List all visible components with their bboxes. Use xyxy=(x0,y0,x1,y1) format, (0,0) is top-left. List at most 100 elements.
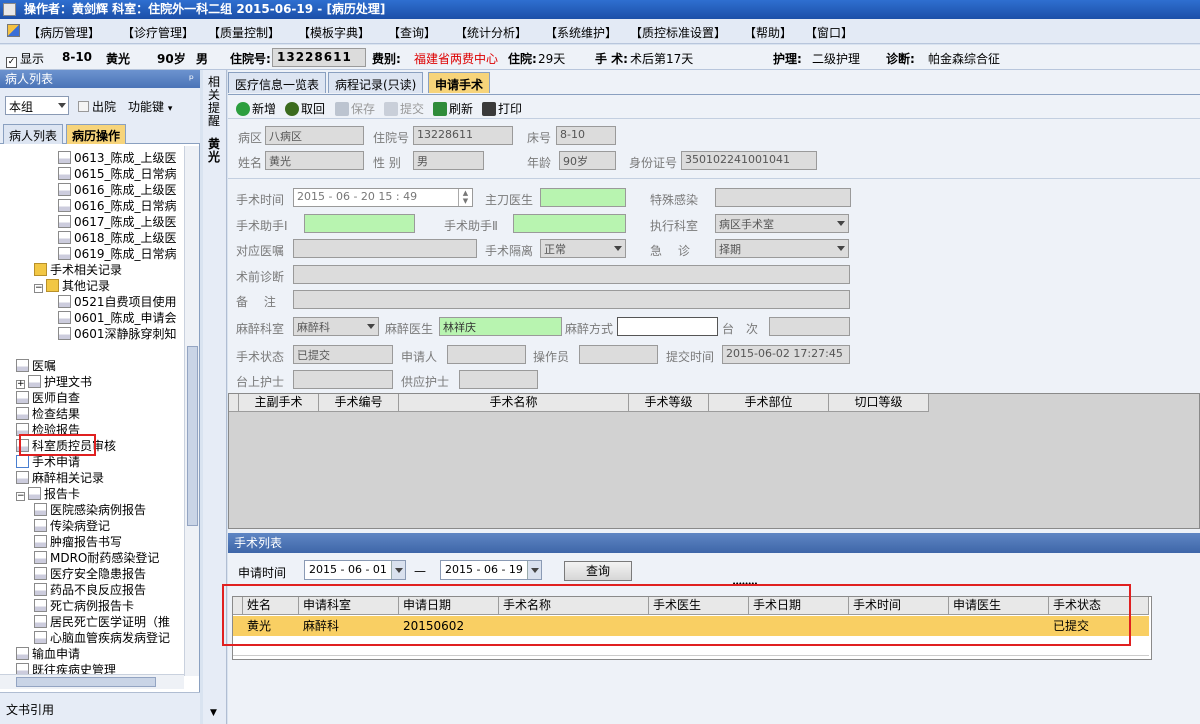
emergency-select[interactable]: 择期 xyxy=(715,239,849,258)
tree-item[interactable]: 医疗安全隐患报告 xyxy=(34,566,146,582)
retrieve-button[interactable]: 取回 xyxy=(285,100,325,117)
grid-header[interactable]: 手术等级 xyxy=(629,394,709,412)
tree-item[interactable]: 麻醉相关记录 xyxy=(16,470,104,486)
refresh-button[interactable]: 刷新 xyxy=(433,100,473,117)
tree-item-label: 心脑血管疾病发病登记 xyxy=(50,631,171,645)
tree-item[interactable]: 0619_陈成_日常病 xyxy=(58,246,177,262)
tree-item[interactable]: 手术相关记录 xyxy=(34,262,122,278)
anes-method-field[interactable] xyxy=(617,317,718,336)
tree-item[interactable]: 医嘱 xyxy=(16,358,56,374)
menu-medical-records[interactable]: 【病历管理】 xyxy=(28,24,100,41)
print-button[interactable]: 打印 xyxy=(482,100,522,117)
tree-item[interactable]: 0615_陈成_日常病 xyxy=(58,166,177,182)
order-field[interactable] xyxy=(293,239,477,258)
tree-item[interactable]: MDRO耐药感染登记 xyxy=(34,550,159,566)
spinner-icon[interactable]: ▲ ▼ xyxy=(458,189,472,206)
display-checkbox[interactable]: ✓ 显示 xyxy=(6,50,44,68)
tree-item[interactable]: 0521自费项目使用 xyxy=(58,294,177,310)
tree-item[interactable]: 居民死亡医学证明（推 xyxy=(34,614,170,630)
menu-qc-standard[interactable]: 【质控标准设置】 xyxy=(630,24,726,41)
pin-icon[interactable]: ᵖ xyxy=(189,70,194,88)
menu-diagnosis[interactable]: 【诊疗管理】 xyxy=(122,24,194,41)
tree-item[interactable]: 死亡病例报告卡 xyxy=(34,598,134,614)
save-button[interactable]: 保存 xyxy=(335,100,375,117)
new-button[interactable]: 新增 xyxy=(236,100,276,117)
surgery-value: 术后第17天 xyxy=(630,52,694,66)
tree-item[interactable]: 0617_陈成_上级医 xyxy=(58,214,177,230)
tab-surgery-application[interactable]: 申请手术 xyxy=(428,72,491,93)
group-select[interactable]: 本组 xyxy=(5,96,69,115)
tree-item[interactable]: 医师自查 xyxy=(16,390,80,406)
tree-vertical-scrollbar[interactable] xyxy=(184,146,199,676)
to-date-picker[interactable]: 2015 - 06 - 19 xyxy=(440,560,542,580)
grid-header[interactable]: 手术编号 xyxy=(319,394,399,412)
tree-item[interactable]: − 报告卡 xyxy=(16,486,80,502)
grid-header[interactable]: 切口等级 xyxy=(829,394,929,412)
menu-quality[interactable]: 【质量控制】 xyxy=(208,24,280,41)
tree-item[interactable]: 药品不良反应报告 xyxy=(34,582,146,598)
document-icon xyxy=(28,487,41,500)
expand-icon[interactable]: + xyxy=(16,380,25,389)
menu-help[interactable]: 【帮助】 xyxy=(744,24,792,41)
tree-item[interactable]: 0616_陈成_上级医 xyxy=(58,182,177,198)
menu-window[interactable]: 【窗口】 xyxy=(805,24,853,41)
anes-doctor-field[interactable]: 林祥庆 xyxy=(439,317,562,336)
collapse-icon[interactable]: − xyxy=(16,492,25,501)
discharge-checkbox[interactable]: 出院 xyxy=(78,98,116,115)
tree-item[interactable]: 0601深静脉穿刺知 xyxy=(58,326,177,342)
calendar-dropdown-icon[interactable] xyxy=(391,561,405,579)
grid-header[interactable]: 手术部位 xyxy=(709,394,829,412)
grid-header[interactable]: 手术名称 xyxy=(399,394,629,412)
app-menu-icon[interactable] xyxy=(7,24,20,37)
scroll-down-icon[interactable]: ▼ xyxy=(210,708,217,718)
special-infection-field[interactable] xyxy=(715,188,851,207)
from-date-picker[interactable]: 2015 - 06 - 01 xyxy=(304,560,406,580)
tree-item[interactable]: 肿瘤报告书写 xyxy=(34,534,122,550)
tree-item[interactable]: 0613_陈成_上级医 xyxy=(58,150,177,166)
menu-statistics[interactable]: 【统计分析】 xyxy=(455,24,527,41)
menu-system[interactable]: 【系统维护】 xyxy=(545,24,617,41)
side-tab-reminders[interactable]: 相关提醒 xyxy=(208,76,222,128)
chief-surgeon-field[interactable] xyxy=(540,188,626,207)
tree-item[interactable]: 手术申请 xyxy=(16,454,80,470)
tab-medical-info[interactable]: 医疗信息一览表 xyxy=(228,72,327,93)
query-button[interactable]: 查询 xyxy=(564,561,632,581)
submit-button[interactable]: 提交 xyxy=(384,100,424,117)
table-no-field[interactable] xyxy=(769,317,850,336)
surgery-time-field[interactable]: 2015 - 06 - 20 15 : 49 ▲ ▼ xyxy=(293,188,473,207)
preop-diagnosis-field[interactable] xyxy=(293,265,850,284)
scroll-thumb[interactable] xyxy=(187,346,198,526)
tree-item[interactable]: 传染病登记 xyxy=(34,518,110,534)
menu-templates[interactable]: 【模板字典】 xyxy=(298,24,370,41)
side-tab-patient[interactable]: 黄光 xyxy=(208,138,222,164)
nurse-on-field[interactable] xyxy=(293,370,393,389)
tab-patient-list[interactable]: 病人列表 xyxy=(3,124,64,144)
note-field[interactable] xyxy=(293,290,850,309)
tree-item[interactable]: + 护理文书 xyxy=(16,374,92,390)
tree-item[interactable]: 0601_陈成_申请会 xyxy=(58,310,177,326)
assistant1-field[interactable] xyxy=(304,214,415,233)
exec-dept-select[interactable]: 病区手术室 xyxy=(715,214,849,233)
id-label: 身份证号 xyxy=(629,156,678,170)
tree-item[interactable]: 0616_陈成_日常病 xyxy=(58,198,177,214)
tree-horizontal-scrollbar[interactable] xyxy=(0,674,184,689)
tree-item[interactable]: 输血申请 xyxy=(16,646,80,662)
menu-query[interactable]: 【查询】 xyxy=(388,24,436,41)
assistant2-field[interactable] xyxy=(513,214,626,233)
tree-item[interactable]: 医院感染病例报告 xyxy=(34,502,146,518)
function-key-button[interactable]: 功能键 ▾ xyxy=(128,98,172,115)
nurse-supply-field[interactable] xyxy=(459,370,538,389)
isolation-select[interactable]: 正常 xyxy=(540,239,626,258)
tree-item[interactable]: 检查结果 xyxy=(16,406,80,422)
tab-progress-notes[interactable]: 病程记录(只读) xyxy=(328,72,424,93)
doc-reference-footer[interactable]: 文书引用 xyxy=(0,692,200,724)
collapse-icon[interactable]: − xyxy=(34,284,43,293)
tree-item[interactable]: 心脑血管疾病发病登记 xyxy=(34,630,170,646)
calendar-dropdown-icon[interactable] xyxy=(527,561,541,579)
tab-record-operation[interactable]: 病历操作 xyxy=(66,124,127,144)
grid-header[interactable]: 主副手术 xyxy=(239,394,319,412)
h-scroll-thumb[interactable] xyxy=(16,677,156,687)
tree-item[interactable]: − 其他记录 xyxy=(34,278,110,294)
anes-dept-select[interactable]: 麻醉科 xyxy=(293,317,379,336)
tree-item[interactable]: 0618_陈成_上级医 xyxy=(58,230,177,246)
